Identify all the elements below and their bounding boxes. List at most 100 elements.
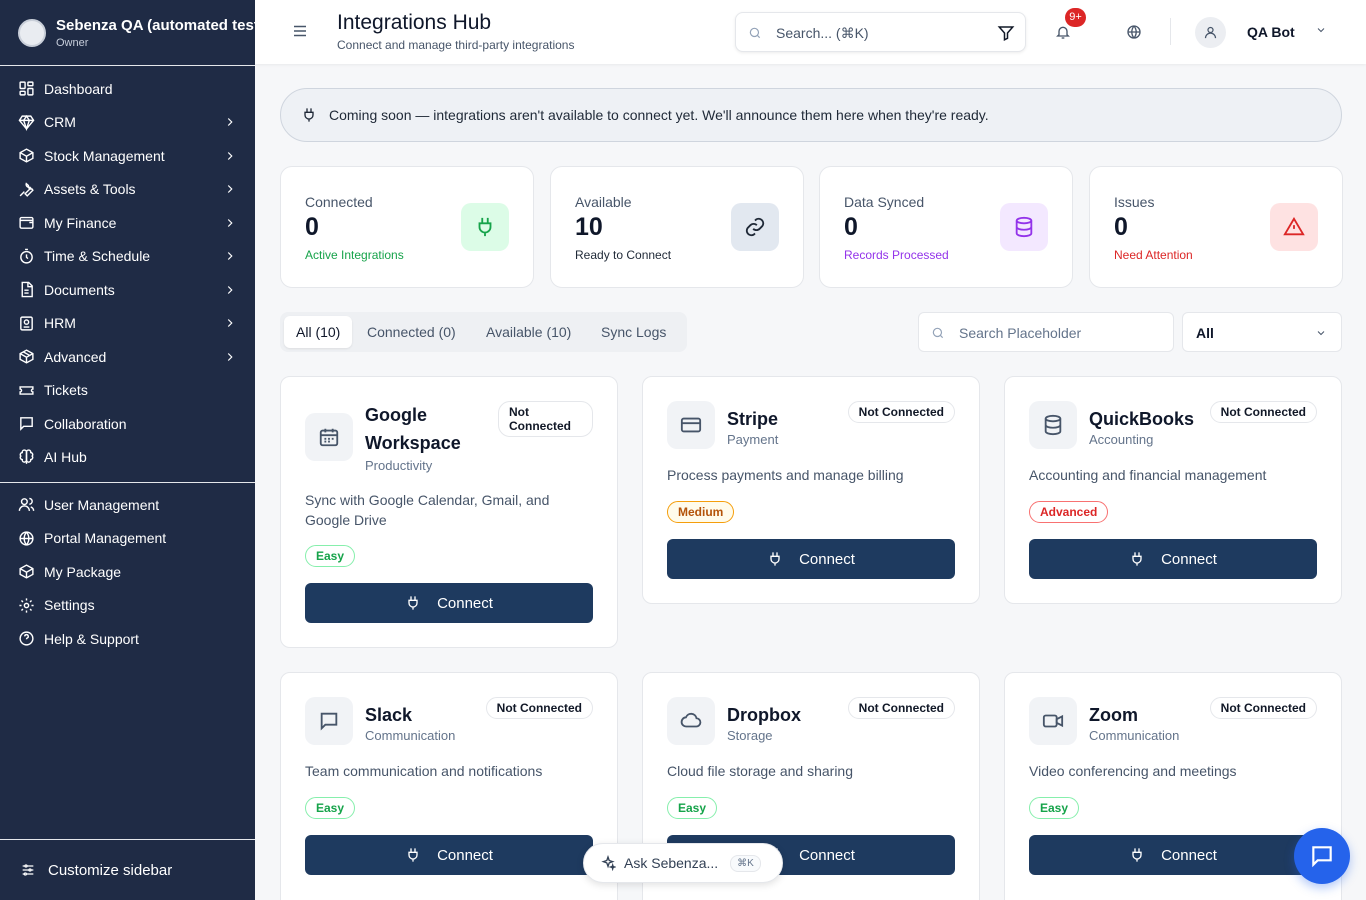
chevron-right-icon [227, 352, 233, 361]
plug-icon [408, 596, 418, 610]
sidebar-item-documents[interactable]: Documents [0, 273, 255, 307]
sidebar-item-user-management[interactable]: User Management [0, 488, 255, 522]
status-badge: Not Connected [847, 401, 955, 423]
stat-label: Available [575, 194, 632, 210]
package-icon [19, 349, 34, 364]
stat-subtext: Ready to Connect [575, 248, 672, 262]
plug-icon [408, 848, 418, 862]
sidebar-item-label: My Package [44, 563, 122, 580]
user-name[interactable]: QA Bot [1247, 24, 1295, 40]
sidebar-item-collaboration[interactable]: Collaboration [0, 407, 255, 441]
sidebar-item-hrm[interactable]: HRM [0, 307, 255, 341]
ask-assistant-button[interactable]: Ask Sebenza... ⌘K [583, 843, 783, 883]
category-filter-select[interactable]: All [1182, 312, 1342, 352]
sidebar-item-label: Time & Schedule [44, 248, 151, 265]
top-header: Integrations Hub Connect and manage thir… [255, 0, 1366, 64]
filter-icon[interactable] [997, 24, 1015, 42]
sidebar-item-assets-tools[interactable]: Assets & Tools [0, 173, 255, 207]
connect-button[interactable]: Connect [1029, 539, 1317, 579]
stat-card-issues: Issues 0 Need Attention [1089, 166, 1343, 288]
language-globe-icon[interactable] [1126, 24, 1142, 40]
cloud-icon [680, 712, 702, 728]
card-category: Communication [1089, 728, 1180, 743]
card-description: Accounting and financial management [1029, 467, 1267, 483]
integration-search-input[interactable]: Search Placeholder [918, 312, 1174, 352]
sidebar-item-label: HRM [44, 315, 76, 332]
tab-sync-logs[interactable]: Sync Logs [589, 316, 678, 348]
integration-tabs: All (10) Connected (0) Available (10) Sy… [280, 312, 687, 352]
notification-badge: 9+ [1065, 8, 1086, 27]
connect-button[interactable]: Connect [1029, 835, 1317, 875]
card-description: Process payments and manage billing [667, 467, 904, 483]
chat-launcher-button[interactable] [1294, 828, 1350, 884]
category-filter-value: All [1196, 325, 1214, 341]
sidebar-item-settings[interactable]: Settings [0, 589, 255, 623]
card-name: Zoom [1089, 705, 1138, 725]
card-icon-box [667, 401, 715, 449]
stat-icon-box [1000, 203, 1048, 251]
chat-icon [1312, 846, 1332, 868]
tab-all[interactable]: All (10) [284, 316, 353, 348]
menu-icon[interactable] [291, 22, 309, 40]
chevron-right-icon [227, 285, 233, 294]
stat-value: 0 [305, 213, 319, 241]
user-avatar[interactable] [1195, 17, 1226, 48]
gear-icon [19, 598, 34, 613]
sidebar-item-my-finance[interactable]: My Finance [0, 206, 255, 240]
sidebar-item-advanced[interactable]: Advanced [0, 340, 255, 374]
chevron-down-icon [1317, 331, 1325, 336]
chevron-right-icon [227, 319, 233, 328]
search-icon [932, 327, 944, 339]
tab-available[interactable]: Available (10) [474, 316, 583, 348]
sidebar: Sebenza QA (automated tests) Owner Dashb… [0, 0, 255, 900]
global-search-input[interactable]: Search... (⌘K) [735, 12, 1026, 52]
sidebar-item-crm[interactable]: CRM [0, 106, 255, 140]
stat-card-data-synced: Data Synced 0 Records Processed [819, 166, 1073, 288]
plug-icon [1132, 848, 1142, 862]
sidebar-item-my-package[interactable]: My Package [0, 555, 255, 589]
sidebar-item-ai-hub[interactable]: AI Hub [0, 441, 255, 475]
sidebar-item-dashboard[interactable]: Dashboard [0, 72, 255, 106]
database-icon [1015, 216, 1033, 238]
customize-sidebar-button[interactable]: Customize sidebar [0, 839, 255, 900]
sidebar-item-label: Collaboration [44, 415, 127, 432]
sidebar-item-help-support[interactable]: Help & Support [0, 622, 255, 656]
document-icon [21, 281, 33, 298]
status-badge: Not Connected [1209, 401, 1317, 423]
sidebar-item-label: Assets & Tools [44, 181, 136, 198]
sidebar-item-tickets[interactable]: Tickets [0, 374, 255, 408]
card-description: Video conferencing and meetings [1029, 763, 1237, 779]
connect-button[interactable]: Connect [305, 835, 593, 875]
sidebar-item-stock-management[interactable]: Stock Management [0, 139, 255, 173]
connect-button-label: Connect [1161, 846, 1217, 864]
sidebar-item-label: User Management [44, 496, 160, 513]
stat-label: Issues [1114, 194, 1155, 210]
difficulty-badge: Advanced [1029, 501, 1109, 523]
page-subtitle: Connect and manage third-party integrati… [337, 38, 575, 52]
shortcut-badge: ⌘K [730, 854, 761, 872]
connect-button-label: Connect [799, 550, 855, 568]
connect-button[interactable]: Connect [305, 583, 593, 623]
difficulty-badge: Easy [667, 797, 718, 819]
workspace-switcher[interactable]: Sebenza QA (automated tests) Owner [0, 0, 255, 66]
stat-subtext: Records Processed [844, 248, 949, 262]
tab-connected[interactable]: Connected (0) [355, 316, 468, 348]
wrench-icon [19, 182, 34, 197]
chevron-down-icon[interactable] [1315, 24, 1327, 36]
card-category: Productivity [365, 458, 433, 473]
sidebar-item-time-schedule[interactable]: Time & Schedule [0, 240, 255, 274]
sidebar-item-portal-management[interactable]: Portal Management [0, 522, 255, 556]
calendar-icon [319, 428, 339, 447]
bell-icon[interactable] [1055, 24, 1071, 40]
status-badge: Not Connected [498, 401, 593, 437]
workspace-role: Owner [56, 36, 89, 49]
card-description: Team communication and notifications [305, 763, 543, 779]
credit-card-icon [680, 417, 702, 433]
sliders-icon [22, 864, 34, 876]
users-icon [18, 498, 35, 512]
stat-icon-box [1270, 203, 1318, 251]
connect-button[interactable]: Connect [667, 539, 955, 579]
sidebar-item-label: Dashboard [44, 80, 113, 97]
search-icon [749, 27, 761, 39]
card-name: Google Workspace [365, 405, 461, 453]
